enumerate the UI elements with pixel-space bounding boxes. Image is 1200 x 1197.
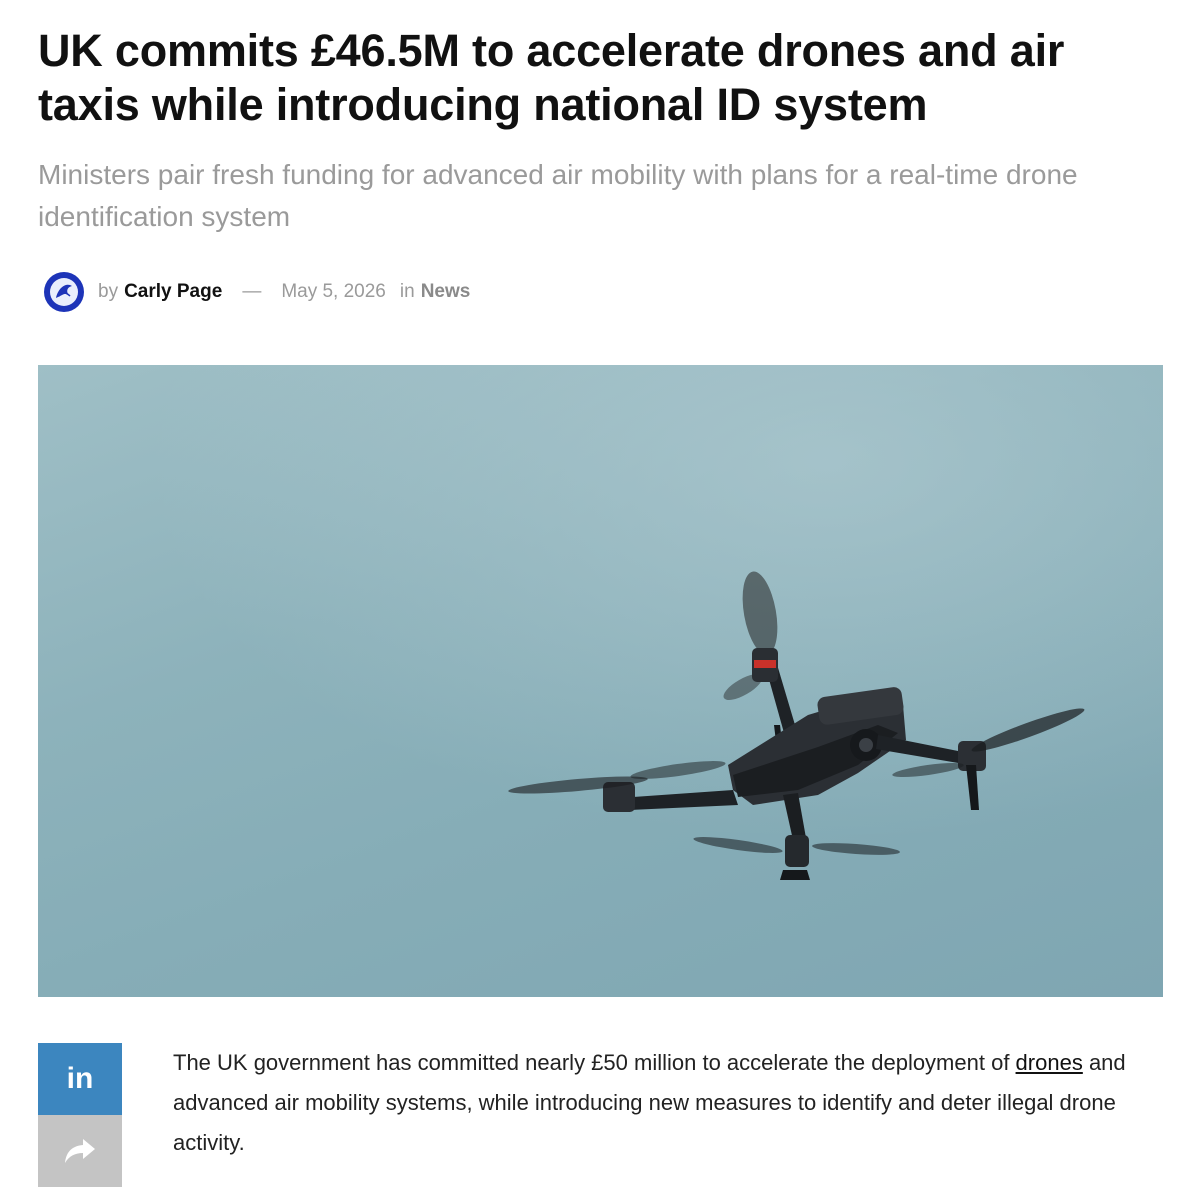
linkedin-share-button[interactable]: in bbox=[38, 1043, 122, 1115]
linkedin-icon: in bbox=[66, 1062, 94, 1095]
share-button[interactable] bbox=[38, 1115, 122, 1187]
hero-image bbox=[38, 365, 1163, 997]
article-headline: UK commits £46.5M to accelerate drones a… bbox=[38, 25, 1065, 130]
byline-separator: — bbox=[242, 281, 262, 302]
category-link[interactable]: News bbox=[421, 281, 471, 303]
avatar-emblem-icon bbox=[45, 273, 83, 311]
article-body-paragraph: The UK government has committed nearly £… bbox=[173, 1043, 1163, 1163]
drone-photo bbox=[38, 365, 1163, 997]
body-text-part1: The UK government has committed nearly £… bbox=[173, 1050, 1016, 1075]
byline-by: by bbox=[98, 281, 119, 302]
byline: by Carly Page — May 5, 2026 in News bbox=[44, 272, 470, 312]
author-avatar[interactable] bbox=[44, 272, 84, 312]
share-forward-icon bbox=[65, 1139, 95, 1163]
publish-date: May 5, 2026 bbox=[281, 281, 386, 302]
author-link[interactable]: Carly Page bbox=[124, 281, 222, 303]
drones-link[interactable]: drones bbox=[1016, 1050, 1083, 1075]
article-subtitle: Ministers pair fresh funding for advance… bbox=[38, 159, 1078, 232]
byline-in: in bbox=[399, 281, 415, 302]
